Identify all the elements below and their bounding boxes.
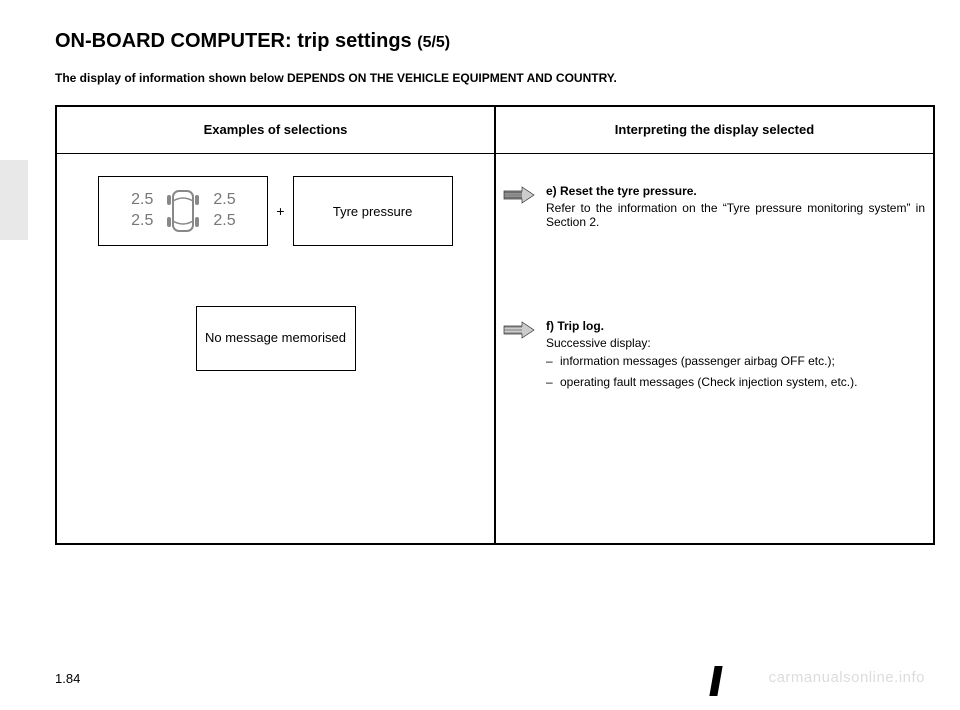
item-f-list: information messages (passenger airbag O… [546,354,925,389]
arrow-right-icon [502,186,536,204]
item-f-sub: Successive display: [546,336,925,350]
tyre-display-box: 2.5 2.5 2.5 [98,176,268,246]
no-message-box: No message memorised [196,306,356,371]
plus-sign: + [276,203,284,219]
page-title: ON-BOARD COMPUTER: trip settings (5/5) [55,30,925,53]
item-e-title: Reset the tyre pressure. [560,184,697,198]
tyre-value-fl: 2.5 [131,190,153,211]
interpretation-cell: e) Reset the tyre pressure. Refer to the… [495,154,934,544]
main-table: Examples of selections Interpreting the … [55,105,935,545]
arrow-right-icon [502,321,536,339]
interp-item-f: f) Trip log. Successive display: informa… [496,319,933,396]
header-examples: Examples of selections [56,106,495,154]
crop-mark [709,666,722,696]
tyre-value-rr: 2.5 [213,211,235,232]
item-f-label: f) [546,319,554,333]
car-top-icon [157,185,209,237]
tyre-label-box: Tyre pressure [293,176,453,246]
page-content: ON-BOARD COMPUTER: trip settings (5/5) T… [0,0,960,545]
tyre-value-rl: 2.5 [131,211,153,232]
interp-text-e: e) Reset the tyre pressure. Refer to the… [546,184,925,229]
title-main: ON-BOARD COMPUTER: trip settings [55,30,412,52]
item-f-bullet2: operating fault messages (Check injectio… [546,375,925,389]
table-row: 2.5 2.5 2.5 [56,154,934,544]
no-message-text: No message memorised [205,329,346,347]
tyre-value-fr: 2.5 [213,190,235,211]
tyre-label: Tyre pressure [333,204,412,219]
item-f-title: Trip log. [557,319,604,333]
tyre-pressure-row: 2.5 2.5 2.5 [57,176,494,246]
header-interpreting: Interpreting the display selected [495,106,934,154]
page-number: 1.84 [55,671,80,686]
tyre-values-right: 2.5 2.5 [213,190,235,232]
tyre-values-left: 2.5 2.5 [131,190,153,232]
item-e-body: Refer to the information on the “Tyre pr… [546,201,925,229]
depends-note: The display of information shown below D… [55,71,925,85]
item-e-label: e) [546,184,557,198]
watermark: carmanualsonline.info [769,669,925,686]
interp-item-e: e) Reset the tyre pressure. Refer to the… [496,184,933,229]
examples-cell: 2.5 2.5 2.5 [56,154,495,544]
title-sub: (5/5) [417,34,450,51]
table-header-row: Examples of selections Interpreting the … [56,106,934,154]
item-f-bullet1: information messages (passenger airbag O… [546,354,925,368]
interp-text-f: f) Trip log. Successive display: informa… [546,319,925,396]
